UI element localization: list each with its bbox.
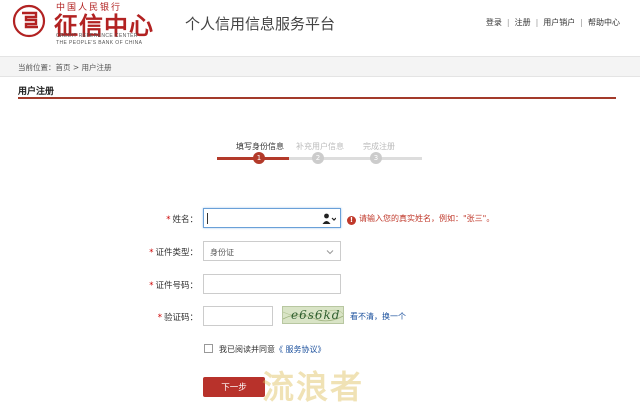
agreement-text: 我已阅读并同意 <box>219 345 275 354</box>
step-remaining-line <box>289 157 422 160</box>
id-number-input[interactable] <box>204 278 340 297</box>
section-divider <box>18 97 616 99</box>
name-input[interactable] <box>204 212 340 231</box>
captcha-field[interactable] <box>203 306 273 329</box>
logo-english-line-1: CREDIT REFERENCE CENTER <box>56 33 138 39</box>
name-label: * 姓名： <box>166 215 198 225</box>
step-1-label: 填写身份信息 <box>236 142 284 151</box>
credit-center-logo-icon <box>12 4 46 38</box>
login-link[interactable]: 登录 <box>486 18 502 27</box>
agreement-checkbox[interactable] <box>204 344 213 353</box>
breadcrumb-bar: 当前位置：首页 > 用户注册 <box>0 56 640 77</box>
step-3-dot: 3 <box>370 152 382 164</box>
id-type-label: * 证件类型： <box>149 248 198 258</box>
captcha-text: e6s6kd <box>291 308 341 322</box>
name-hint: ! 请输入您的真实姓名，例如："张三"。 <box>347 213 494 225</box>
text-caret <box>207 213 208 224</box>
help-center-link[interactable]: 帮助中心 <box>588 18 620 27</box>
top-links: 登录 | 注册 | 用户销户 | 帮助中心 <box>485 18 620 27</box>
chevron-down-icon <box>326 250 334 255</box>
agreement-row: 我已阅读并同意《 服务协议》 <box>204 344 326 355</box>
register-link[interactable]: 注册 <box>515 18 531 27</box>
logo-english-line-2: THE PEOPLE'S BANK OF CHINA <box>56 40 143 46</box>
captcha-image[interactable]: e6s6kd <box>282 306 344 324</box>
id-number-field[interactable] <box>203 274 341 297</box>
service-agreement-link[interactable]: 《 服务协议》 <box>275 345 326 354</box>
site-header: 中国人民银行 征信中心 CREDIT REFERENCE CENTER THE … <box>0 0 640 50</box>
name-field[interactable] <box>203 208 341 231</box>
captcha-refresh-link[interactable]: 看不清，换一个 <box>350 311 406 322</box>
step-2-label: 补充用户信息 <box>296 142 344 151</box>
step-1-dot: 1 <box>253 152 265 164</box>
section-title: 用户注册 <box>18 87 55 97</box>
captcha-input[interactable] <box>204 310 272 329</box>
platform-title: 个人信用信息服务平台 <box>185 15 336 33</box>
step-2-dot: 2 <box>312 152 324 164</box>
id-number-label: * 证件号码： <box>149 281 198 291</box>
account-close-link[interactable]: 用户销户 <box>543 18 575 27</box>
registration-steps: 填写身份信息 补充用户信息 完成注册 1 2 3 <box>217 141 422 171</box>
id-type-select[interactable]: 身份证 <box>203 241 341 261</box>
next-step-button[interactable]: 下一步 <box>203 377 265 397</box>
user-dropdown-icon[interactable] <box>322 213 336 224</box>
alert-icon: ! <box>347 216 356 225</box>
step-3-label: 完成注册 <box>363 142 395 151</box>
captcha-label: * 验证码： <box>157 313 198 323</box>
id-type-value: 身份证 <box>210 248 234 257</box>
breadcrumb: 当前位置：首页 > 用户注册 <box>18 63 112 72</box>
watermark-text: 流浪者 <box>262 368 365 406</box>
